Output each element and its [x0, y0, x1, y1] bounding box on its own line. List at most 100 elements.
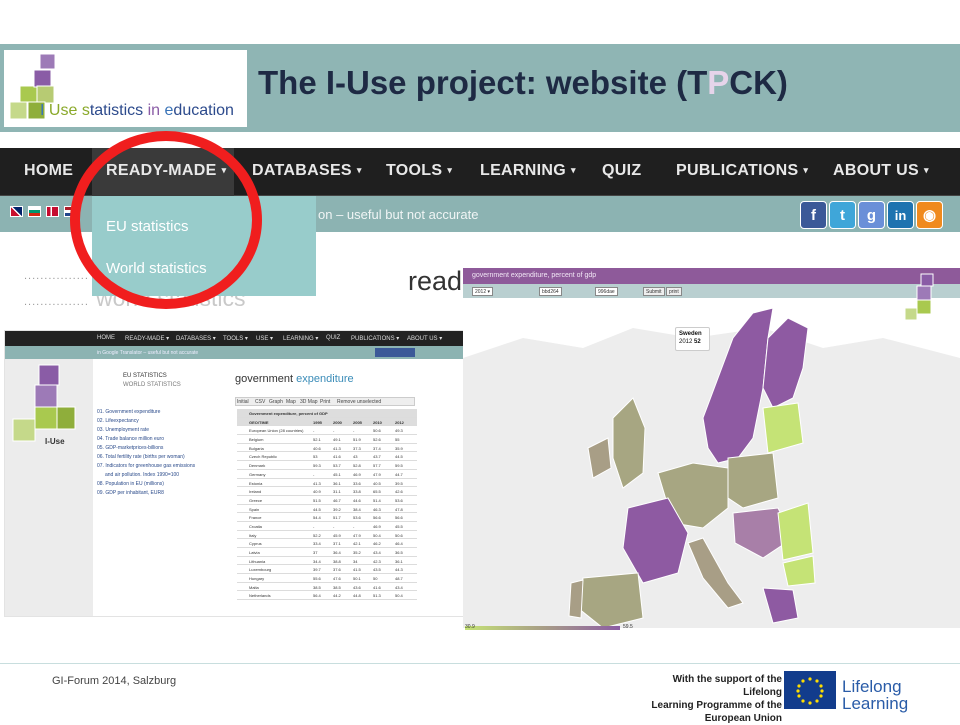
shot-tab[interactable]: Print [320, 399, 330, 405]
shot-tab[interactable]: 3D Map [300, 399, 318, 405]
flag-uk-icon[interactable] [10, 206, 23, 217]
table-cell-value: 37.1 [333, 541, 341, 547]
table-row[interactable]: Bulgaria 40.6 41.3 37.3 37.4 35.9 [237, 444, 417, 453]
linkedin-icon[interactable]: in [887, 201, 914, 229]
shot-list-item[interactable]: 09. GDP per inhabitant, EUR8 [97, 490, 164, 496]
shot-list-item[interactable]: and air pollution. Index 1990=100 [105, 472, 179, 478]
table-cell-value: 36.4 [333, 550, 341, 555]
shot-logo-text: I-Use [45, 437, 65, 446]
table-cell-value: 56.4 [313, 593, 321, 599]
shot-list-item[interactable]: 07. Indicators for greenhouse gas emissi… [97, 463, 195, 469]
nav-publications[interactable]: PUBLICATIONS ▾ [676, 162, 808, 180]
table-row[interactable]: European Union (28 countries) - - - 50.6 49.3 [237, 426, 417, 436]
flag-denmark-icon[interactable] [46, 206, 59, 217]
table-row[interactable]: Luxembourg 39.7 37.6 41.5 43.5 44.3 [237, 565, 417, 575]
table-row[interactable]: Ireland 40.9 31.1 33.8 65.5 42.6 [237, 487, 417, 496]
shot-tab[interactable]: Graph [269, 399, 283, 405]
table-row[interactable]: Croatia - - - 46.9 45.5 [237, 522, 417, 531]
nav-quiz[interactable]: QUIZ [602, 162, 641, 180]
legend-max: 59.5 [623, 624, 633, 630]
shot-nav-item[interactable]: ABOUT US ▾ [407, 335, 442, 342]
shot-list-item[interactable]: 04. Trade balance million euro [97, 436, 164, 442]
table-row[interactable]: Estonia 41.3 36.1 33.6 40.5 39.5 [237, 479, 417, 488]
year-select[interactable]: 2012 ▾ [472, 287, 494, 296]
shot-nav-item[interactable]: PUBLICATIONS ▾ [351, 335, 399, 342]
print-button[interactable]: print [666, 287, 682, 296]
shot-cat-eu[interactable]: EU STATISTICS [123, 373, 167, 379]
shot-nav-item[interactable]: READY-MADE ▾ [125, 335, 169, 342]
facebook-icon[interactable]: f [800, 201, 827, 229]
table-cell-value: - [353, 523, 355, 529]
table-row[interactable]: Denmark 59.3 53.7 52.8 57.7 59.5 [237, 461, 417, 470]
color-high-input[interactable]: 996dae [595, 287, 618, 296]
nav-learning[interactable]: LEARNING ▾ [480, 162, 576, 180]
shot-tab[interactable]: CSV [255, 399, 265, 405]
google-icon[interactable]: g [858, 201, 885, 229]
table-row[interactable]: Cyprus 33.4 37.1 42.1 46.2 46.4 [237, 539, 417, 548]
shot-tab[interactable]: Remove unselected [337, 399, 381, 405]
shot-list-item[interactable]: 06. Total fertility rate (births per wom… [97, 454, 185, 460]
nav-tools[interactable]: TOOLS ▾ [386, 162, 452, 180]
shot-tab[interactable]: Map [286, 399, 296, 405]
iuse-logo[interactable]: I Use statistics in education [4, 50, 247, 127]
nav-home[interactable]: HOME [24, 162, 73, 180]
table-cell-value: 37 [313, 550, 318, 555]
table-row[interactable]: Germany - 45.1 46.9 47.9 44.7 [237, 470, 417, 479]
table-row[interactable]: Hungary 55.6 47.6 50.1 50 48.7 [237, 574, 417, 583]
table-row[interactable]: Belgium 52.1 49.1 51.9 52.6 55 [237, 435, 417, 444]
table-row[interactable]: Netherlands 56.4 44.2 44.8 51.3 50.4 [237, 591, 417, 601]
shot-tab[interactable]: Initial [237, 399, 249, 405]
table-cell-value: 52.1 [313, 437, 321, 443]
shot-nav-item[interactable]: TOOLS ▾ [223, 335, 248, 342]
table-row[interactable]: Lithuania 34.4 38.8 34 42.3 36.1 [237, 557, 417, 566]
table-cell-value: 52.2 [313, 532, 321, 538]
nav-databases[interactable]: DATABASES ▾ [252, 162, 362, 180]
shot-list-item[interactable]: 02. Lifeexpectancy [97, 418, 139, 424]
flag-bulgaria-icon[interactable] [28, 206, 41, 217]
nav-about-us[interactable]: ABOUT US ▾ [833, 162, 929, 180]
table-cell-value: 51.3 [373, 593, 381, 599]
shot-list-item[interactable]: 08. Population in EU (millions) [97, 481, 164, 487]
shot-cat-world[interactable]: WORLD STATISTICS [123, 382, 181, 388]
shot-nav-item[interactable]: HOME [97, 335, 115, 341]
table-row[interactable]: Greece 51.5 46.7 44.6 51.4 53.6 [237, 496, 417, 505]
shot-nav-item[interactable]: USE ▾ [256, 335, 273, 342]
table-cell-value: 59.3 [313, 463, 321, 469]
shot-list-item[interactable]: 03. Unemployment rate [97, 427, 149, 433]
shot-list-item[interactable]: 05. GDP-marketprices-billions [97, 445, 163, 451]
table-caption-row: Government expenditure, percent of GDP [237, 409, 417, 418]
shot-list-item[interactable]: 01. Government expenditure [97, 409, 160, 415]
table-row[interactable]: Latvia 37 36.4 35.2 43.4 36.5 [237, 548, 417, 557]
table-cell-value: 38.5 [313, 584, 321, 590]
logo-wordmark: I Use statistics in education [40, 102, 234, 119]
twitter-icon[interactable]: t [829, 201, 856, 229]
shot-page-title: government expenditure [235, 373, 354, 385]
eu-choropleth-map[interactable]: government expenditure, percent of gdp 2… [463, 268, 960, 633]
submit-button[interactable]: Submit [643, 287, 665, 296]
table-cell-value: 31.1 [333, 489, 341, 495]
table-row[interactable]: Malta 38.5 38.5 43.6 41.6 43.4 [237, 583, 417, 592]
shot-nav-item[interactable]: LEARNING ▾ [283, 335, 318, 342]
eu-support-text: With the support of the Lifelong Learnin… [651, 674, 782, 724]
table-row[interactable]: France 54.4 51.7 53.6 56.6 56.6 [237, 513, 417, 522]
shot-nav-item[interactable]: DATABASES ▾ [176, 335, 216, 342]
table-row[interactable]: Spain 44.5 39.2 38.4 46.3 47.8 [237, 505, 417, 514]
table-cell-country: Cyprus [249, 541, 262, 547]
europe-map-svg[interactable] [463, 298, 960, 628]
table-cell-value: 50.6 [373, 428, 381, 434]
table-cell-value: - [313, 471, 315, 477]
shot-nav-item[interactable]: QUIZ [326, 335, 340, 341]
table-cell-country: Denmark [249, 463, 266, 469]
table-row[interactable]: Czech Republic 53 41.6 43 43.7 44.5 [237, 452, 417, 462]
table-cell-value: 56.6 [373, 515, 381, 521]
table-cell-value: 51.9 [353, 437, 361, 443]
table-cell-country: Hungary [249, 576, 265, 582]
table-cell-value: 43.4 [395, 584, 403, 590]
table-row[interactable]: Italy 52.2 45.9 47.9 50.4 50.6 [237, 531, 417, 540]
rss-icon[interactable]: ◉ [916, 201, 943, 229]
color-low-input[interactable]: bbd264 [539, 287, 562, 296]
region-poland [727, 452, 779, 509]
table-cell-value: 55 [395, 437, 400, 443]
table-cell-value: - [333, 523, 335, 529]
table-cell-value: 33.4 [313, 541, 321, 547]
